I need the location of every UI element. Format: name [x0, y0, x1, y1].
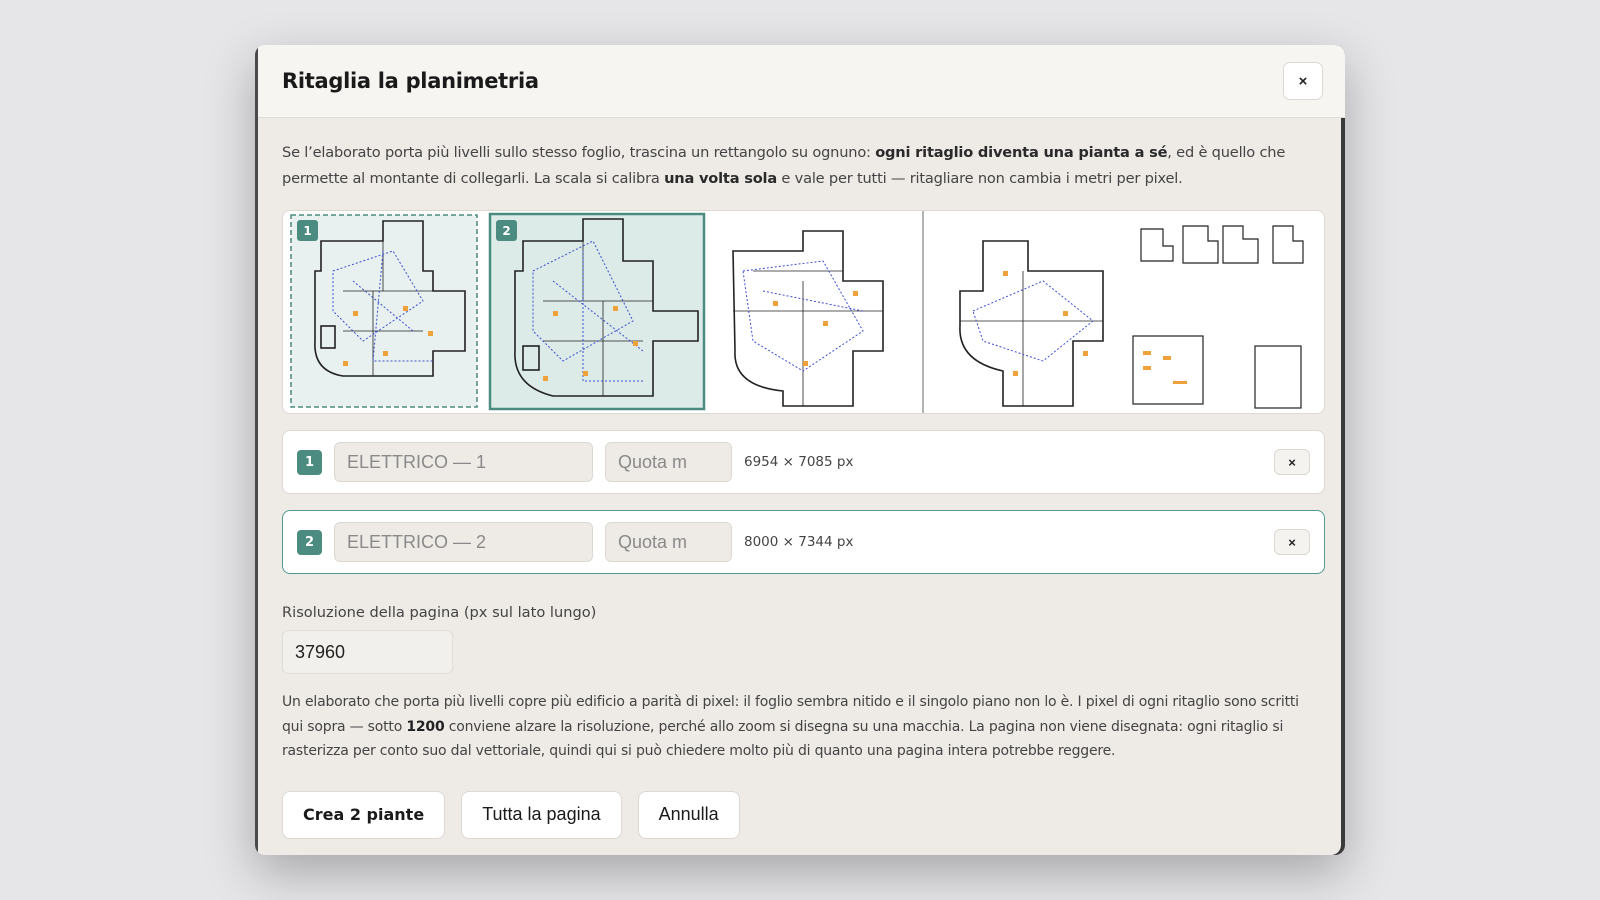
dialog-header: Ritaglia la planimetria × — [255, 45, 1345, 118]
close-icon: × — [1288, 534, 1296, 550]
crop-row-2: 2 8000 × 7344 px × — [282, 510, 1325, 574]
svg-text:2: 2 — [502, 224, 510, 238]
resolution-label: Risoluzione della pagina (px sul lato lu… — [282, 604, 597, 621]
close-button[interactable]: × — [1283, 62, 1323, 100]
intro-text: Se l’elaborato porta più livelli sullo s… — [282, 144, 1286, 187]
crop-dialog: Ritaglia la planimetria × Se l’elaborato… — [255, 45, 1345, 855]
floorplan-drawing: 1 2 — [290, 211, 1304, 413]
plan-thumbnails — [1132, 225, 1304, 409]
crop-quota-input[interactable] — [605, 522, 732, 562]
selection-2-badge: 2 — [496, 220, 517, 241]
svg-text:1: 1 — [303, 224, 311, 238]
close-icon: × — [1298, 72, 1308, 90]
cancel-button[interactable]: Annulla — [637, 790, 740, 839]
crop-quota-input[interactable] — [605, 442, 732, 482]
crop-badge: 1 — [297, 449, 322, 475]
crop-name-input[interactable] — [334, 522, 593, 562]
resolution-input[interactable] — [282, 630, 453, 674]
crop-badge: 2 — [297, 529, 322, 555]
plan-4 — [959, 240, 1104, 407]
selection-1-badge: 1 — [297, 220, 318, 241]
remove-crop-button[interactable]: × — [1274, 529, 1310, 555]
selection-1[interactable] — [290, 214, 478, 408]
create-plans-button[interactable]: Crea 2 piante — [282, 790, 446, 839]
remove-crop-button[interactable]: × — [1274, 449, 1310, 475]
crop-dimensions: 6954 × 7085 px — [744, 454, 854, 470]
plan-3 — [732, 230, 884, 407]
close-icon: × — [1288, 454, 1296, 470]
dialog-body: Se l’elaborato porta più livelli sullo s… — [255, 118, 1345, 839]
whole-page-button[interactable]: Tutta la pagina — [461, 790, 622, 839]
crop-name-input[interactable] — [334, 442, 593, 482]
crop-list: 1 6954 × 7085 px × 2 8000 × 7344 px × — [282, 430, 1325, 574]
dialog-actions: Crea 2 piante Tutta la pagina Annulla — [282, 790, 1323, 839]
crop-row-1: 1 6954 × 7085 px × — [282, 430, 1325, 494]
dialog-title: Ritaglia la planimetria — [282, 69, 539, 93]
floorplan-preview[interactable]: 1 2 — [282, 210, 1325, 414]
resolution-note: Un elaborato che porta più livelli copre… — [282, 694, 1299, 759]
crop-dimensions: 8000 × 7344 px — [744, 534, 854, 550]
